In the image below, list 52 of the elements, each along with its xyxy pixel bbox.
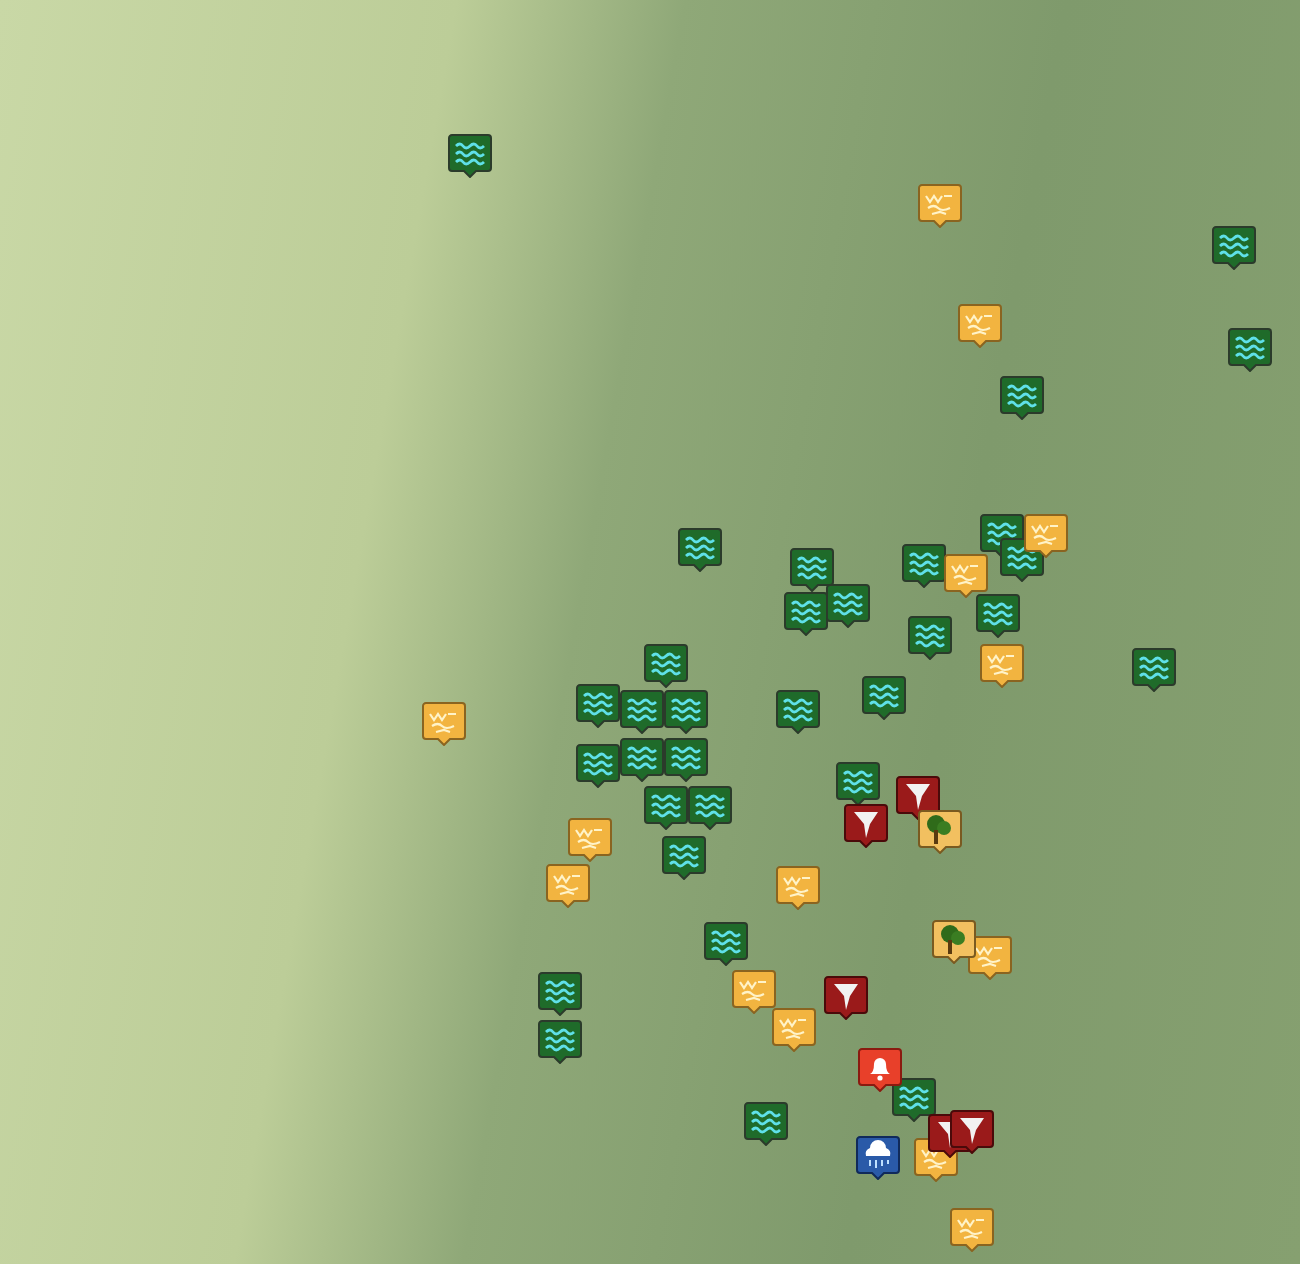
funnel-marker-icon[interactable] <box>896 774 940 820</box>
waves-marker-icon[interactable] <box>576 742 620 788</box>
waves-marker-icon[interactable] <box>976 592 1020 638</box>
waves-marker-icon[interactable] <box>892 1076 936 1122</box>
scribble-marker-icon[interactable] <box>772 1006 816 1052</box>
scribble-marker-icon[interactable] <box>918 182 962 228</box>
funnel-marker-icon[interactable] <box>950 1108 994 1154</box>
scribble-marker-icon[interactable] <box>546 862 590 908</box>
cloud-marker-icon[interactable] <box>856 1134 900 1180</box>
waves-marker-icon[interactable] <box>620 736 664 782</box>
scribble-marker-icon[interactable] <box>958 302 1002 348</box>
tree-marker-icon[interactable] <box>932 918 976 964</box>
waves-marker-icon[interactable] <box>744 1100 788 1146</box>
bell-marker-icon[interactable] <box>858 1046 902 1092</box>
waves-marker-icon[interactable] <box>1212 224 1256 270</box>
scribble-marker-icon[interactable] <box>968 934 1012 980</box>
waves-marker-icon[interactable] <box>662 834 706 880</box>
waves-marker-icon[interactable] <box>862 674 906 720</box>
waves-marker-icon[interactable] <box>1228 326 1272 372</box>
waves-marker-icon[interactable] <box>538 970 582 1016</box>
waves-marker-icon[interactable] <box>908 614 952 660</box>
map-background[interactable] <box>0 0 1300 1264</box>
funnel-marker-icon[interactable] <box>844 802 888 848</box>
scribble-marker-icon[interactable] <box>950 1206 994 1252</box>
waves-marker-icon[interactable] <box>620 688 664 734</box>
funnel-marker-icon[interactable] <box>824 974 868 1020</box>
waves-marker-icon[interactable] <box>826 582 870 628</box>
waves-marker-icon[interactable] <box>538 1018 582 1064</box>
waves-marker-icon[interactable] <box>448 132 492 178</box>
waves-marker-icon[interactable] <box>836 760 880 806</box>
waves-marker-icon[interactable] <box>678 526 722 572</box>
scribble-marker-icon[interactable] <box>980 642 1024 688</box>
waves-marker-icon[interactable] <box>664 688 708 734</box>
waves-marker-icon[interactable] <box>902 542 946 588</box>
waves-marker-icon[interactable] <box>664 736 708 782</box>
scribble-marker-icon[interactable] <box>944 552 988 598</box>
scribble-marker-icon[interactable] <box>732 968 776 1014</box>
scribble-marker-icon[interactable] <box>422 700 466 746</box>
scribble-marker-icon[interactable] <box>568 816 612 862</box>
waves-marker-icon[interactable] <box>1000 374 1044 420</box>
scribble-marker-icon[interactable] <box>776 864 820 910</box>
waves-marker-icon[interactable] <box>704 920 748 966</box>
waves-marker-icon[interactable] <box>644 784 688 830</box>
waves-marker-icon[interactable] <box>790 546 834 592</box>
tree-marker-icon[interactable] <box>918 808 962 854</box>
scribble-marker-icon[interactable] <box>1024 512 1068 558</box>
waves-marker-icon[interactable] <box>1132 646 1176 692</box>
waves-marker-icon[interactable] <box>776 688 820 734</box>
waves-marker-icon[interactable] <box>576 682 620 728</box>
waves-marker-icon[interactable] <box>688 784 732 830</box>
waves-marker-icon[interactable] <box>784 590 828 636</box>
waves-marker-icon[interactable] <box>644 642 688 688</box>
